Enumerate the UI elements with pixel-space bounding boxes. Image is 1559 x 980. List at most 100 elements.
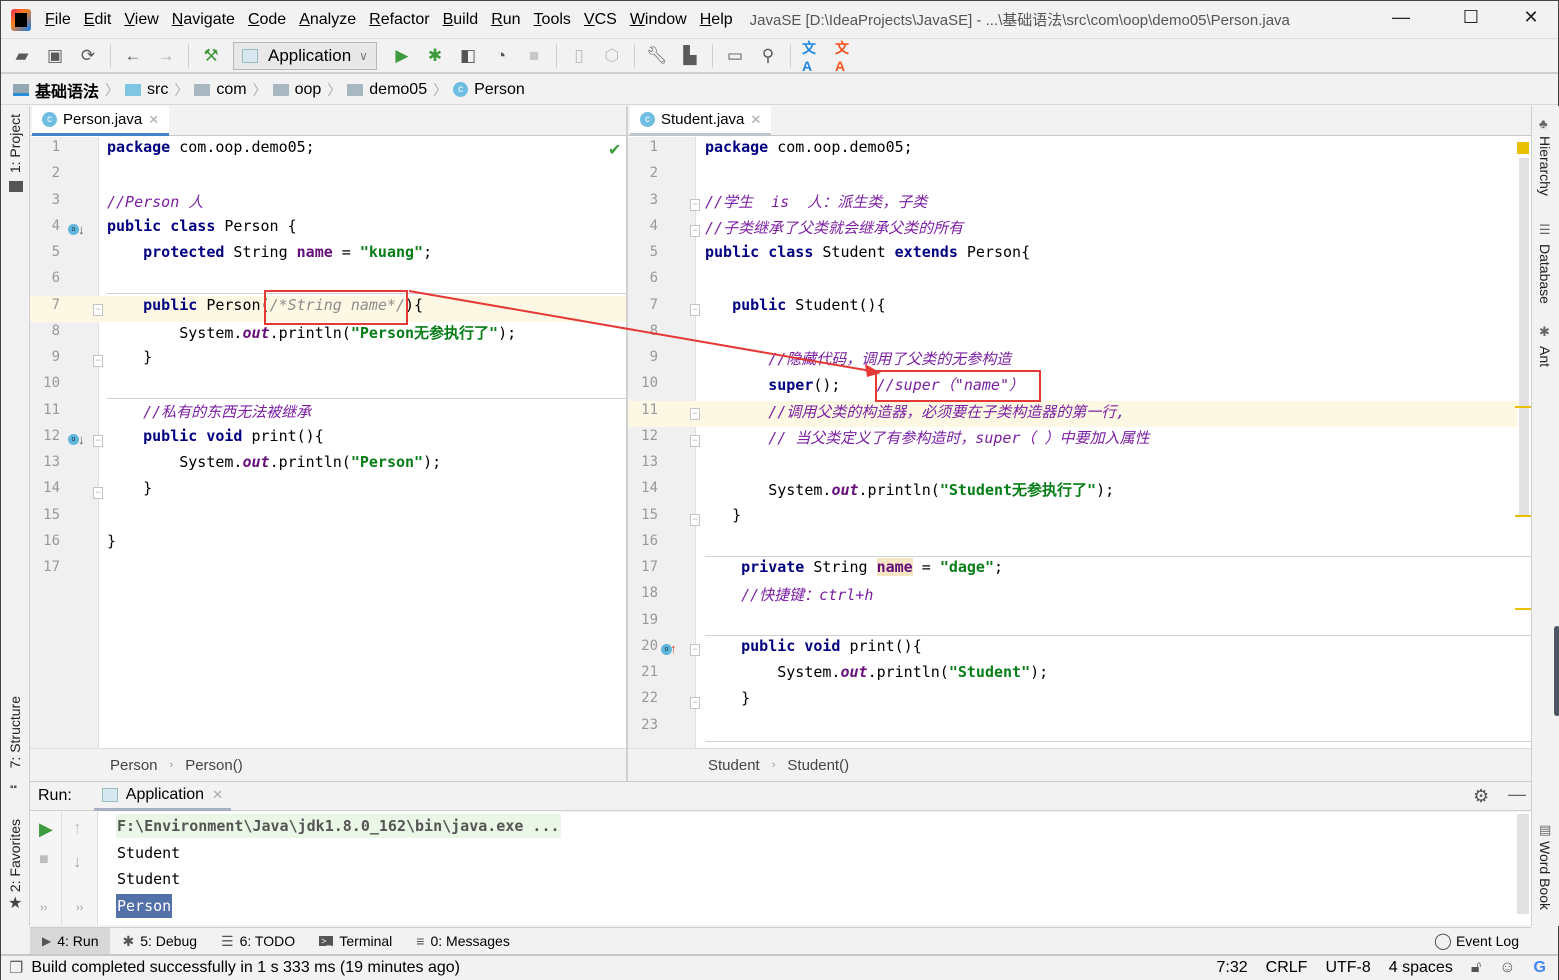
code-line[interactable]: System.out.println("Person");	[107, 453, 441, 471]
code-line[interactable]: System.out.println("Student");	[705, 663, 1048, 681]
code-line[interactable]: protected String name = "kuang";	[107, 243, 432, 261]
warning-marker[interactable]	[1515, 515, 1531, 517]
menu-window[interactable]: Window	[630, 11, 687, 29]
fold-icon[interactable]: −	[690, 408, 700, 420]
menu-help[interactable]: Help	[700, 11, 733, 29]
event-log-button[interactable]: ◯ Event Log	[1422, 928, 1531, 955]
sdk-manager-icon[interactable]: ⬡	[601, 45, 623, 67]
menu-code[interactable]: Code	[248, 11, 286, 29]
inspector-icon[interactable]: ☺	[1499, 959, 1515, 977]
more-actions-icon[interactable]: ››	[40, 902, 47, 914]
code-line[interactable]: // 当父类定义了有参构造时，super（ ）中要加入属性	[705, 427, 1149, 448]
crumb-src[interactable]: src	[125, 81, 168, 99]
warning-marker[interactable]	[1515, 608, 1531, 610]
code-line[interactable]: //隐藏代码，调用了父类的无参构造	[705, 348, 1011, 369]
menu-build[interactable]: Build	[443, 11, 479, 29]
code-line[interactable]: //学生 is 人：派生类，子类	[705, 191, 927, 212]
tool-tab-messages[interactable]: ≡ 0: Messages	[404, 928, 522, 955]
code-line[interactable]: //子类继承了父类就会继承父类的所有	[705, 217, 963, 238]
minimize-panel-icon[interactable]: —	[1508, 784, 1526, 805]
stop-icon[interactable]: ■	[39, 851, 49, 869]
tool-tab-run[interactable]: ▶ 4: Run	[30, 927, 111, 955]
back-icon[interactable]: ←	[122, 45, 144, 67]
menu-navigate[interactable]: Navigate	[172, 11, 235, 29]
console-line[interactable]: Person	[116, 893, 173, 918]
hierarchy-tool-tab[interactable]: Hierarchy	[1537, 136, 1553, 196]
wordbook-tool-tab[interactable]: Word Book	[1537, 841, 1553, 910]
search-icon[interactable]: ⚲	[757, 45, 779, 67]
tool-tab-debug[interactable]: ✱ 5: Debug	[110, 928, 209, 955]
database-tool-tab[interactable]: Database	[1537, 244, 1553, 304]
fold-icon[interactable]: −	[93, 487, 103, 499]
indent-setting[interactable]: 4 spaces	[1389, 959, 1453, 977]
menu-view[interactable]: View	[124, 11, 158, 29]
menu-analyze[interactable]: Analyze	[299, 11, 356, 29]
synchronize-icon[interactable]: ⟳	[77, 45, 99, 67]
fold-icon[interactable]: −	[690, 225, 700, 237]
menu-tools[interactable]: Tools	[534, 11, 571, 29]
profile-icon[interactable]: ◔	[490, 45, 512, 67]
tool-tab-terminal[interactable]: >_ Terminal	[307, 928, 404, 955]
console-line[interactable]: F:\Environment\Java\jdk1.8.0_162\bin\jav…	[116, 814, 561, 838]
arrow-down-icon[interactable]: ↓	[73, 852, 82, 872]
code-line[interactable]: //调用父类的构造器，必须要在子类构造器的第一行,	[705, 401, 1125, 422]
caret-position[interactable]: 7:32	[1217, 959, 1248, 977]
more-actions-icon[interactable]: ››	[76, 902, 83, 914]
rerun-icon[interactable]: ▶	[39, 819, 53, 840]
code-line[interactable]: }	[107, 348, 152, 366]
fold-icon[interactable]: −	[690, 199, 700, 211]
structure-tool-tab[interactable]: 7: Structure	[7, 696, 23, 768]
crumb-demo05[interactable]: demo05	[347, 81, 427, 99]
inspection-ok-icon[interactable]: ✔	[608, 140, 621, 160]
tab-person-java[interactable]: c Person.java ✕	[32, 106, 170, 136]
breadcrumb-method[interactable]: Person()	[185, 757, 243, 774]
close-tab-icon[interactable]: ✕	[212, 787, 223, 803]
breadcrumb-class[interactable]: Student	[708, 757, 760, 774]
fold-icon[interactable]: −	[93, 355, 103, 367]
breadcrumb-class[interactable]: Person	[110, 757, 158, 774]
arrow-up-icon[interactable]: ↑	[73, 818, 82, 838]
ant-tool-tab[interactable]: Ant	[1537, 346, 1553, 367]
close-button[interactable]: ✕	[1511, 7, 1551, 28]
code-line[interactable]: }	[705, 689, 750, 707]
code-line[interactable]: }	[705, 506, 741, 524]
open-folder-icon[interactable]: ▰	[11, 45, 33, 67]
settings-wrench-icon[interactable]: 🔧︎	[646, 45, 668, 67]
fold-icon[interactable]: −	[690, 514, 700, 526]
unlock-icon[interactable]: 🔓︎	[1471, 959, 1481, 977]
debug-bug-icon[interactable]: ✱	[424, 45, 446, 67]
maximize-button[interactable]: ☐	[1451, 7, 1491, 28]
close-tab-icon[interactable]: ✕	[750, 112, 761, 128]
console-line[interactable]: Student	[116, 867, 181, 891]
code-line[interactable]: //私有的东西无法被继承	[107, 401, 311, 422]
code-line[interactable]: public Student(){	[705, 296, 886, 314]
stop-icon[interactable]: ■	[523, 45, 545, 67]
fold-icon[interactable]: −	[690, 697, 700, 709]
menu-file[interactable]: File	[45, 11, 71, 29]
project-tool-tab[interactable]: 1: Project	[7, 114, 23, 173]
code-line[interactable]: }	[107, 532, 116, 550]
toggle-tool-windows-icon[interactable]: ❐	[9, 958, 23, 978]
code-line[interactable]: private String name = "dage";	[705, 558, 1003, 576]
translate-icon[interactable]: 文A	[802, 40, 824, 74]
fold-icon[interactable]: −	[93, 304, 103, 316]
run-configuration-dropdown[interactable]: Application ∨	[233, 41, 377, 70]
menu-run[interactable]: Run	[491, 11, 520, 29]
translate-alt-icon[interactable]: 文A	[835, 40, 857, 74]
terminal-window-icon[interactable]: ▭	[724, 45, 746, 67]
analysis-status-icon[interactable]	[1517, 142, 1529, 154]
menu-edit[interactable]: Edit	[84, 11, 112, 29]
code-line[interactable]: package com.oop.demo05;	[107, 138, 315, 156]
google-translate-icon[interactable]: G	[1534, 959, 1546, 977]
minimize-button[interactable]: —	[1381, 7, 1421, 28]
crumb-oop[interactable]: oop	[272, 81, 321, 99]
gear-icon[interactable]: ⚙	[1473, 786, 1489, 807]
menu-refactor[interactable]: Refactor	[369, 11, 429, 29]
warning-marker[interactable]	[1515, 406, 1531, 408]
tab-student-java[interactable]: c Student.java ✕	[630, 106, 772, 136]
fold-icon[interactable]: −	[690, 644, 700, 656]
editor-scrollbar[interactable]	[1519, 158, 1529, 516]
scroll-handle[interactable]	[1554, 626, 1559, 716]
tool-tab-todo[interactable]: ☰ 6: TODO	[209, 928, 307, 955]
save-all-icon[interactable]: ▣	[44, 45, 66, 67]
